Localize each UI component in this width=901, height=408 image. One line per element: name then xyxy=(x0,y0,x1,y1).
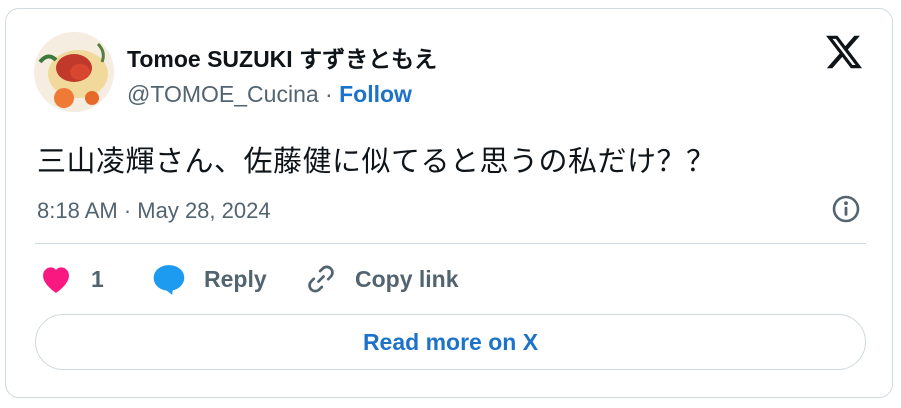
author-handle-row: @TOMOE_Cucina · Follow xyxy=(127,81,412,108)
like-count: 1 xyxy=(91,265,104,292)
author-handle[interactable]: @TOMOE_Cucina xyxy=(127,81,319,107)
read-more-button[interactable]: Read more on X xyxy=(35,314,866,370)
speech-bubble-icon xyxy=(153,265,185,295)
x-logo-icon[interactable] xyxy=(824,32,864,72)
heart-icon xyxy=(43,267,69,293)
author-name[interactable]: Tomoe SUZUKI すずきともえ xyxy=(127,40,437,74)
separator-dot: · xyxy=(318,81,340,107)
copy-link-label: Copy link xyxy=(355,265,459,292)
like-button[interactable]: 1 xyxy=(39,261,104,297)
post-timestamp[interactable]: 8:18 AM · May 28, 2024 xyxy=(37,198,271,224)
reply-label: Reply xyxy=(204,265,267,292)
avatar[interactable] xyxy=(34,32,114,112)
link-icon xyxy=(308,265,334,293)
follow-link[interactable]: Follow xyxy=(339,81,412,107)
post-text: 三山凌輝さん、佐藤健に似てると思うの私だけ？？ xyxy=(37,146,716,178)
divider xyxy=(35,243,866,244)
copy-link-button[interactable]: Copy link xyxy=(304,261,459,297)
avatar-food-image xyxy=(34,32,114,112)
reply-button[interactable]: Reply xyxy=(151,261,267,297)
info-icon[interactable] xyxy=(830,193,862,225)
embedded-post-card: Tomoe SUZUKI すずきともえ @TOMOE_Cucina · Foll… xyxy=(5,8,893,398)
